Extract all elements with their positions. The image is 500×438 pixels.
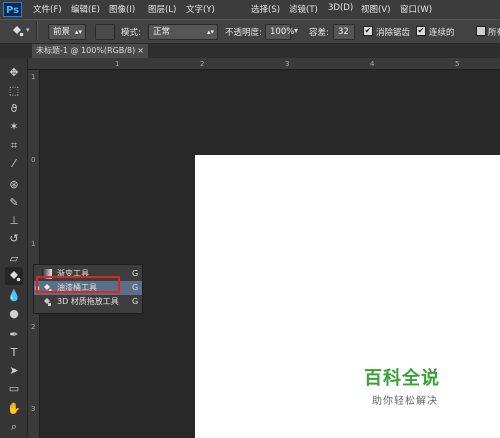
close-icon[interactable]: × (137, 44, 144, 58)
hand-tool-icon[interactable]: ✋ (5, 400, 23, 418)
ruler-tick: 5 (455, 60, 460, 68)
all-layers-label: 所有图层 (488, 28, 500, 38)
type-tool-icon[interactable]: T (5, 344, 23, 362)
opacity-label: 不透明度: (225, 28, 262, 38)
path-selection-tool-icon[interactable]: ➤ (5, 362, 23, 380)
fill-source-select[interactable]: 前景 ▴▾ (48, 24, 86, 40)
ruler-tick: 4 (370, 60, 375, 68)
menu-edit[interactable]: 编辑(E) (71, 3, 100, 15)
contiguous-label: 连续的 (429, 28, 455, 38)
contiguous-checkbox[interactable]: ✔ (416, 26, 426, 36)
ruler-tick: 0 (31, 156, 36, 164)
rectangle-tool-icon[interactable]: ▭ (5, 380, 23, 398)
document-tab[interactable]: 未标题-1 @ 100%(RGB/8) × (32, 44, 148, 58)
tool-preset-dropdown-icon[interactable]: ▾ (26, 26, 30, 34)
paint-bucket-tool-icon[interactable] (5, 267, 23, 285)
document-tab-title: 未标题-1 @ 100%(RGB/8) (36, 46, 136, 55)
ruler-tick: 1 (115, 60, 120, 68)
lasso-tool-icon[interactable]: ϑ (5, 100, 23, 118)
dodge-tool-icon[interactable]: ● (5, 305, 23, 323)
chevron-down-icon: ▴▾ (74, 28, 82, 36)
zoom-tool-icon[interactable]: ⌕ (5, 418, 23, 436)
magic-wand-tool-icon[interactable]: ✶ (5, 118, 23, 136)
paint-bucket-icon[interactable] (10, 25, 24, 38)
vertical-ruler (28, 70, 40, 438)
ruler-tick: 3 (285, 60, 290, 68)
shortcut-key: G (132, 269, 139, 278)
3d-material-drop-icon (42, 297, 52, 307)
spot-healing-tool-icon[interactable]: ⊛ (5, 176, 23, 194)
ruler-tick: 1 (31, 73, 36, 81)
menu-file[interactable]: 文件(F) (33, 3, 62, 15)
menu-view[interactable]: 视图(V) (361, 3, 390, 15)
move-tool-icon[interactable]: ✥ (5, 64, 23, 82)
photoshop-logo: Ps (3, 2, 22, 17)
antialias-label: 消除锯齿 (376, 28, 411, 38)
watermark-title: 百科全说 (364, 368, 440, 389)
eraser-tool-icon[interactable]: ▱ (5, 250, 23, 268)
watermark-subtitle: 助你轻松解决 (372, 396, 438, 407)
all-layers-checkbox[interactable] (476, 26, 486, 36)
menu-filter[interactable]: 滤镜(T) (289, 3, 318, 15)
flyout-item-label: 3D 材质拖放工具 (57, 297, 119, 306)
blur-tool-icon[interactable]: 💧 (5, 287, 23, 305)
history-brush-tool-icon[interactable]: ↺ (5, 230, 23, 248)
mode-value: 正常 (153, 27, 171, 37)
menu-3d[interactable]: 3D(D) (328, 3, 353, 13)
tolerance-input[interactable]: 32 (333, 24, 355, 40)
annotation-highlight-box (36, 276, 120, 293)
fill-source-value: 前景 (53, 27, 71, 37)
opacity-dropdown-icon[interactable]: ▾ (294, 26, 298, 35)
crop-tool-icon[interactable]: ⌗ (5, 137, 23, 155)
menu-select[interactable]: 选择(S) (251, 3, 280, 15)
clone-stamp-tool-icon[interactable]: ⊥ (5, 212, 23, 230)
mode-label: 模式: (121, 28, 141, 38)
shortcut-key: G (132, 297, 139, 306)
menu-type[interactable]: 文字(Y) (186, 3, 215, 15)
tolerance-label: 容差: (309, 28, 329, 38)
ruler-tick: 2 (200, 60, 205, 68)
shortcut-key: G (132, 283, 139, 292)
mode-select[interactable]: 正常 ▴▾ (148, 24, 218, 40)
pen-tool-icon[interactable]: ✒ (5, 326, 23, 344)
marquee-tool-icon[interactable]: ⬚ (5, 82, 23, 100)
flyout-item-3d-material-drop[interactable]: 3D 材质拖放工具 G (34, 295, 142, 309)
ruler-tick: 3 (31, 405, 36, 413)
eyedropper-tool-icon[interactable]: ⁄ (5, 155, 23, 173)
pattern-picker[interactable] (95, 24, 115, 40)
opacity-input[interactable]: 100% (265, 24, 294, 40)
menu-layer[interactable]: 图层(L) (148, 3, 176, 15)
ruler-tick: 1 (31, 240, 36, 248)
horizontal-ruler (28, 58, 500, 70)
chevron-down-icon: ▴▾ (206, 28, 214, 36)
antialias-checkbox[interactable]: ✔ (363, 26, 373, 36)
menu-image[interactable]: 图像(I) (109, 3, 135, 15)
brush-tool-icon[interactable]: ✎ (5, 194, 23, 212)
menu-window[interactable]: 窗口(W) (400, 3, 432, 15)
ruler-tick: 2 (31, 323, 36, 331)
